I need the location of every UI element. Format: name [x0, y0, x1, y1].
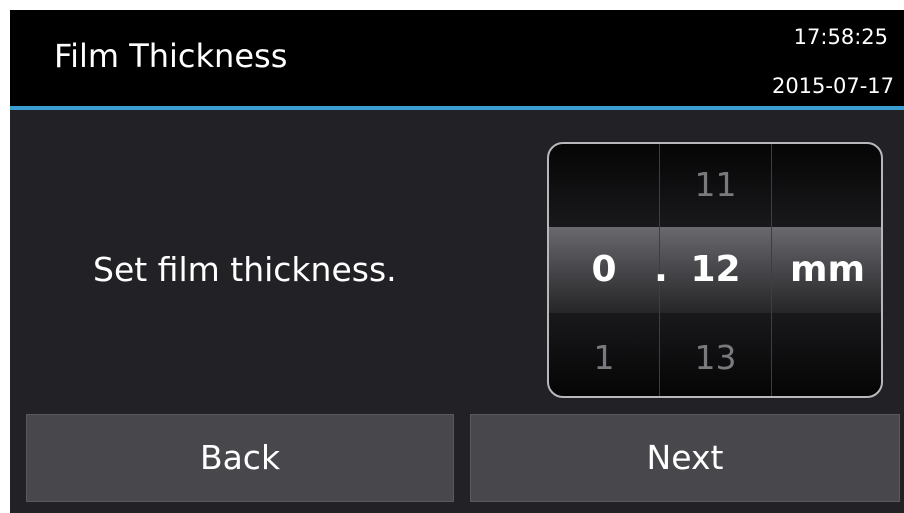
back-button[interactable]: Back — [26, 414, 454, 502]
integer-value-selected[interactable]: 0 — [549, 250, 659, 290]
decimal-value-selected[interactable]: 12 — [660, 250, 771, 290]
decimal-option-above[interactable]: 11 — [660, 165, 771, 205]
integer-option-below[interactable]: 1 — [549, 338, 659, 378]
clock-time: 17:58:25 — [793, 25, 888, 49]
next-button[interactable]: Next — [470, 414, 900, 502]
header-accent-line — [10, 106, 904, 110]
page-title: Film Thickness — [54, 37, 288, 75]
title-bar: Film Thickness 17:58:25 2015-07-17 — [10, 10, 904, 106]
device-screen: Film Thickness 17:58:25 2015-07-17 Set f… — [10, 10, 904, 513]
decimal-option-below[interactable]: 13 — [660, 338, 771, 378]
instruction-text: Set film thickness. — [93, 250, 397, 289]
thickness-picker[interactable]: 0 1 . 11 12 13 mm — [547, 142, 883, 398]
unit-label: mm — [789, 249, 866, 290]
clock-date: 2015-07-17 — [771, 74, 894, 98]
